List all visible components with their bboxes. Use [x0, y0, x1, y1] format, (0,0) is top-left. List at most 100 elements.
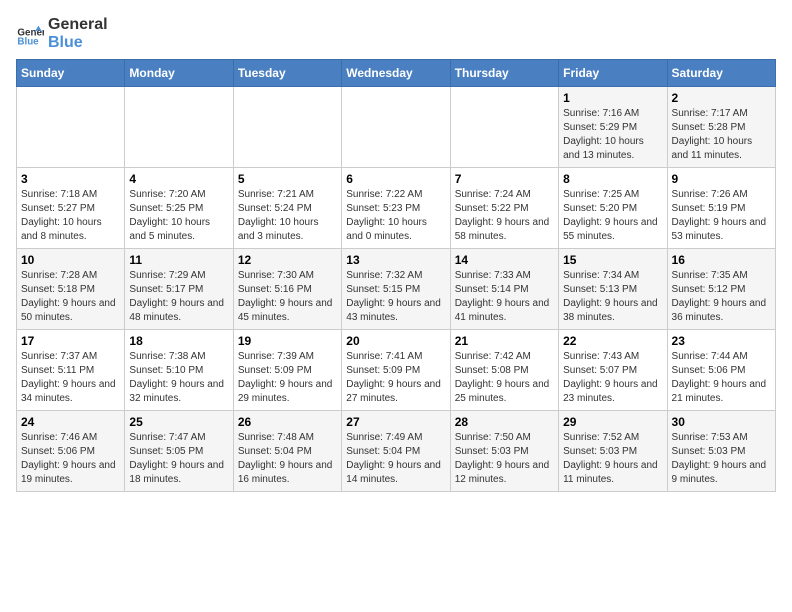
calendar-week-2: 3 Sunrise: 7:18 AM Sunset: 5:27 PM Daylig…: [17, 168, 776, 249]
column-header-wednesday: Wednesday: [342, 60, 450, 87]
day-number: 16: [672, 253, 771, 267]
day-info: Sunrise: 7:49 AM Sunset: 5:04 PM Dayligh…: [346, 431, 445, 487]
day-info: Sunrise: 7:21 AM Sunset: 5:24 PM Dayligh…: [238, 188, 337, 244]
day-number: 2: [672, 91, 771, 105]
logo-general: General: [48, 16, 108, 34]
svg-text:Blue: Blue: [17, 36, 39, 47]
day-info: Sunrise: 7:33 AM Sunset: 5:14 PM Dayligh…: [455, 269, 554, 325]
day-info: Sunrise: 7:29 AM Sunset: 5:17 PM Dayligh…: [129, 269, 228, 325]
calendar-table: SundayMondayTuesdayWednesdayThursdayFrid…: [16, 59, 776, 492]
day-info: Sunrise: 7:53 AM Sunset: 5:03 PM Dayligh…: [672, 431, 771, 487]
day-number: 6: [346, 172, 445, 186]
day-info: Sunrise: 7:30 AM Sunset: 5:16 PM Dayligh…: [238, 269, 337, 325]
day-number: 18: [129, 334, 228, 348]
calendar-week-4: 17 Sunrise: 7:37 AM Sunset: 5:11 PM Dayli…: [17, 330, 776, 411]
day-info: Sunrise: 7:18 AM Sunset: 5:27 PM Dayligh…: [21, 188, 120, 244]
header: General Blue General Blue: [16, 16, 776, 51]
calendar-cell: [17, 87, 125, 168]
day-number: 30: [672, 415, 771, 429]
column-header-saturday: Saturday: [667, 60, 775, 87]
calendar-cell: 12Sunrise: 7:30 AM Sunset: 5:16 PM Dayli…: [233, 249, 341, 330]
day-number: 13: [346, 253, 445, 267]
logo-icon: General Blue: [16, 20, 44, 48]
day-info: Sunrise: 7:22 AM Sunset: 5:23 PM Dayligh…: [346, 188, 445, 244]
day-number: 1: [563, 91, 662, 105]
day-number: 19: [238, 334, 337, 348]
calendar-cell: 27 Sunrise: 7:49 AM Sunset: 5:04 PM Dayli…: [342, 411, 450, 492]
day-info: Sunrise: 7:44 AM Sunset: 5:06 PM Dayligh…: [672, 350, 771, 406]
calendar-cell: [450, 87, 558, 168]
day-number: 20: [346, 334, 445, 348]
calendar-cell: 30 Sunrise: 7:53 AM Sunset: 5:03 PM Dayli…: [667, 411, 775, 492]
day-number: 29: [563, 415, 662, 429]
day-info: Sunrise: 7:52 AM Sunset: 5:03 PM Dayligh…: [563, 431, 662, 487]
day-info: Sunrise: 7:47 AM Sunset: 5:05 PM Dayligh…: [129, 431, 228, 487]
calendar-cell: 3 Sunrise: 7:18 AM Sunset: 5:27 PM Daylig…: [17, 168, 125, 249]
day-number: 25: [129, 415, 228, 429]
calendar-cell: 8 Sunrise: 7:25 AM Sunset: 5:20 PM Daylig…: [559, 168, 667, 249]
column-header-friday: Friday: [559, 60, 667, 87]
header-row: SundayMondayTuesdayWednesdayThursdayFrid…: [17, 60, 776, 87]
calendar-cell: 14 Sunrise: 7:33 AM Sunset: 5:14 PM Dayli…: [450, 249, 558, 330]
calendar-cell: 10 Sunrise: 7:28 AM Sunset: 5:18 PM Dayli…: [17, 249, 125, 330]
day-number: 14: [455, 253, 554, 267]
day-info: Sunrise: 7:16 AM Sunset: 5:29 PM Dayligh…: [563, 107, 662, 163]
day-info: Sunrise: 7:48 AM Sunset: 5:04 PM Dayligh…: [238, 431, 337, 487]
column-header-thursday: Thursday: [450, 60, 558, 87]
calendar-cell: 1 Sunrise: 7:16 AM Sunset: 5:29 PM Daylig…: [559, 87, 667, 168]
day-info: Sunrise: 7:24 AM Sunset: 5:22 PM Dayligh…: [455, 188, 554, 244]
day-info: Sunrise: 7:41 AM Sunset: 5:09 PM Dayligh…: [346, 350, 445, 406]
day-number: 11: [129, 253, 228, 267]
calendar-cell: 29 Sunrise: 7:52 AM Sunset: 5:03 PM Dayli…: [559, 411, 667, 492]
calendar-cell: 20 Sunrise: 7:41 AM Sunset: 5:09 PM Dayli…: [342, 330, 450, 411]
calendar-cell: 23Sunrise: 7:44 AM Sunset: 5:06 PM Dayli…: [667, 330, 775, 411]
column-header-tuesday: Tuesday: [233, 60, 341, 87]
calendar-cell: 5 Sunrise: 7:21 AM Sunset: 5:24 PM Daylig…: [233, 168, 341, 249]
day-info: Sunrise: 7:25 AM Sunset: 5:20 PM Dayligh…: [563, 188, 662, 244]
calendar-cell: [125, 87, 233, 168]
day-info: Sunrise: 7:26 AM Sunset: 5:19 PM Dayligh…: [672, 188, 771, 244]
calendar-cell: [233, 87, 341, 168]
day-info: Sunrise: 7:34 AM Sunset: 5:13 PM Dayligh…: [563, 269, 662, 325]
day-info: Sunrise: 7:42 AM Sunset: 5:08 PM Dayligh…: [455, 350, 554, 406]
calendar-cell: 7Sunrise: 7:24 AM Sunset: 5:22 PM Daylig…: [450, 168, 558, 249]
logo: General Blue General Blue: [16, 16, 108, 51]
calendar-header: SundayMondayTuesdayWednesdayThursdayFrid…: [17, 60, 776, 87]
day-number: 5: [238, 172, 337, 186]
day-info: Sunrise: 7:32 AM Sunset: 5:15 PM Dayligh…: [346, 269, 445, 325]
day-number: 9: [672, 172, 771, 186]
calendar-cell: 17 Sunrise: 7:37 AM Sunset: 5:11 PM Dayli…: [17, 330, 125, 411]
calendar-cell: 11 Sunrise: 7:29 AM Sunset: 5:17 PM Dayli…: [125, 249, 233, 330]
calendar-cell: 28Sunrise: 7:50 AM Sunset: 5:03 PM Dayli…: [450, 411, 558, 492]
day-number: 21: [455, 334, 554, 348]
day-number: 3: [21, 172, 120, 186]
day-number: 24: [21, 415, 120, 429]
calendar-week-1: 1 Sunrise: 7:16 AM Sunset: 5:29 PM Daylig…: [17, 87, 776, 168]
column-header-sunday: Sunday: [17, 60, 125, 87]
calendar-week-3: 10 Sunrise: 7:28 AM Sunset: 5:18 PM Dayli…: [17, 249, 776, 330]
calendar-cell: 9 Sunrise: 7:26 AM Sunset: 5:19 PM Daylig…: [667, 168, 775, 249]
day-info: Sunrise: 7:37 AM Sunset: 5:11 PM Dayligh…: [21, 350, 120, 406]
day-number: 8: [563, 172, 662, 186]
day-info: Sunrise: 7:20 AM Sunset: 5:25 PM Dayligh…: [129, 188, 228, 244]
day-number: 17: [21, 334, 120, 348]
calendar-cell: 6 Sunrise: 7:22 AM Sunset: 5:23 PM Daylig…: [342, 168, 450, 249]
calendar-cell: 13 Sunrise: 7:32 AM Sunset: 5:15 PM Dayli…: [342, 249, 450, 330]
calendar-cell: 19 Sunrise: 7:39 AM Sunset: 5:09 PM Dayli…: [233, 330, 341, 411]
day-number: 27: [346, 415, 445, 429]
day-info: Sunrise: 7:28 AM Sunset: 5:18 PM Dayligh…: [21, 269, 120, 325]
calendar-week-5: 24 Sunrise: 7:46 AM Sunset: 5:06 PM Dayli…: [17, 411, 776, 492]
calendar-body: 1 Sunrise: 7:16 AM Sunset: 5:29 PM Daylig…: [17, 87, 776, 492]
day-info: Sunrise: 7:46 AM Sunset: 5:06 PM Dayligh…: [21, 431, 120, 487]
day-number: 10: [21, 253, 120, 267]
calendar-cell: 21 Sunrise: 7:42 AM Sunset: 5:08 PM Dayli…: [450, 330, 558, 411]
day-number: 22: [563, 334, 662, 348]
calendar-cell: 15Sunrise: 7:34 AM Sunset: 5:13 PM Dayli…: [559, 249, 667, 330]
day-info: Sunrise: 7:50 AM Sunset: 5:03 PM Dayligh…: [455, 431, 554, 487]
day-info: Sunrise: 7:35 AM Sunset: 5:12 PM Dayligh…: [672, 269, 771, 325]
day-number: 4: [129, 172, 228, 186]
day-info: Sunrise: 7:38 AM Sunset: 5:10 PM Dayligh…: [129, 350, 228, 406]
day-info: Sunrise: 7:39 AM Sunset: 5:09 PM Dayligh…: [238, 350, 337, 406]
calendar-cell: 2 Sunrise: 7:17 AM Sunset: 5:28 PM Daylig…: [667, 87, 775, 168]
day-info: Sunrise: 7:17 AM Sunset: 5:28 PM Dayligh…: [672, 107, 771, 163]
